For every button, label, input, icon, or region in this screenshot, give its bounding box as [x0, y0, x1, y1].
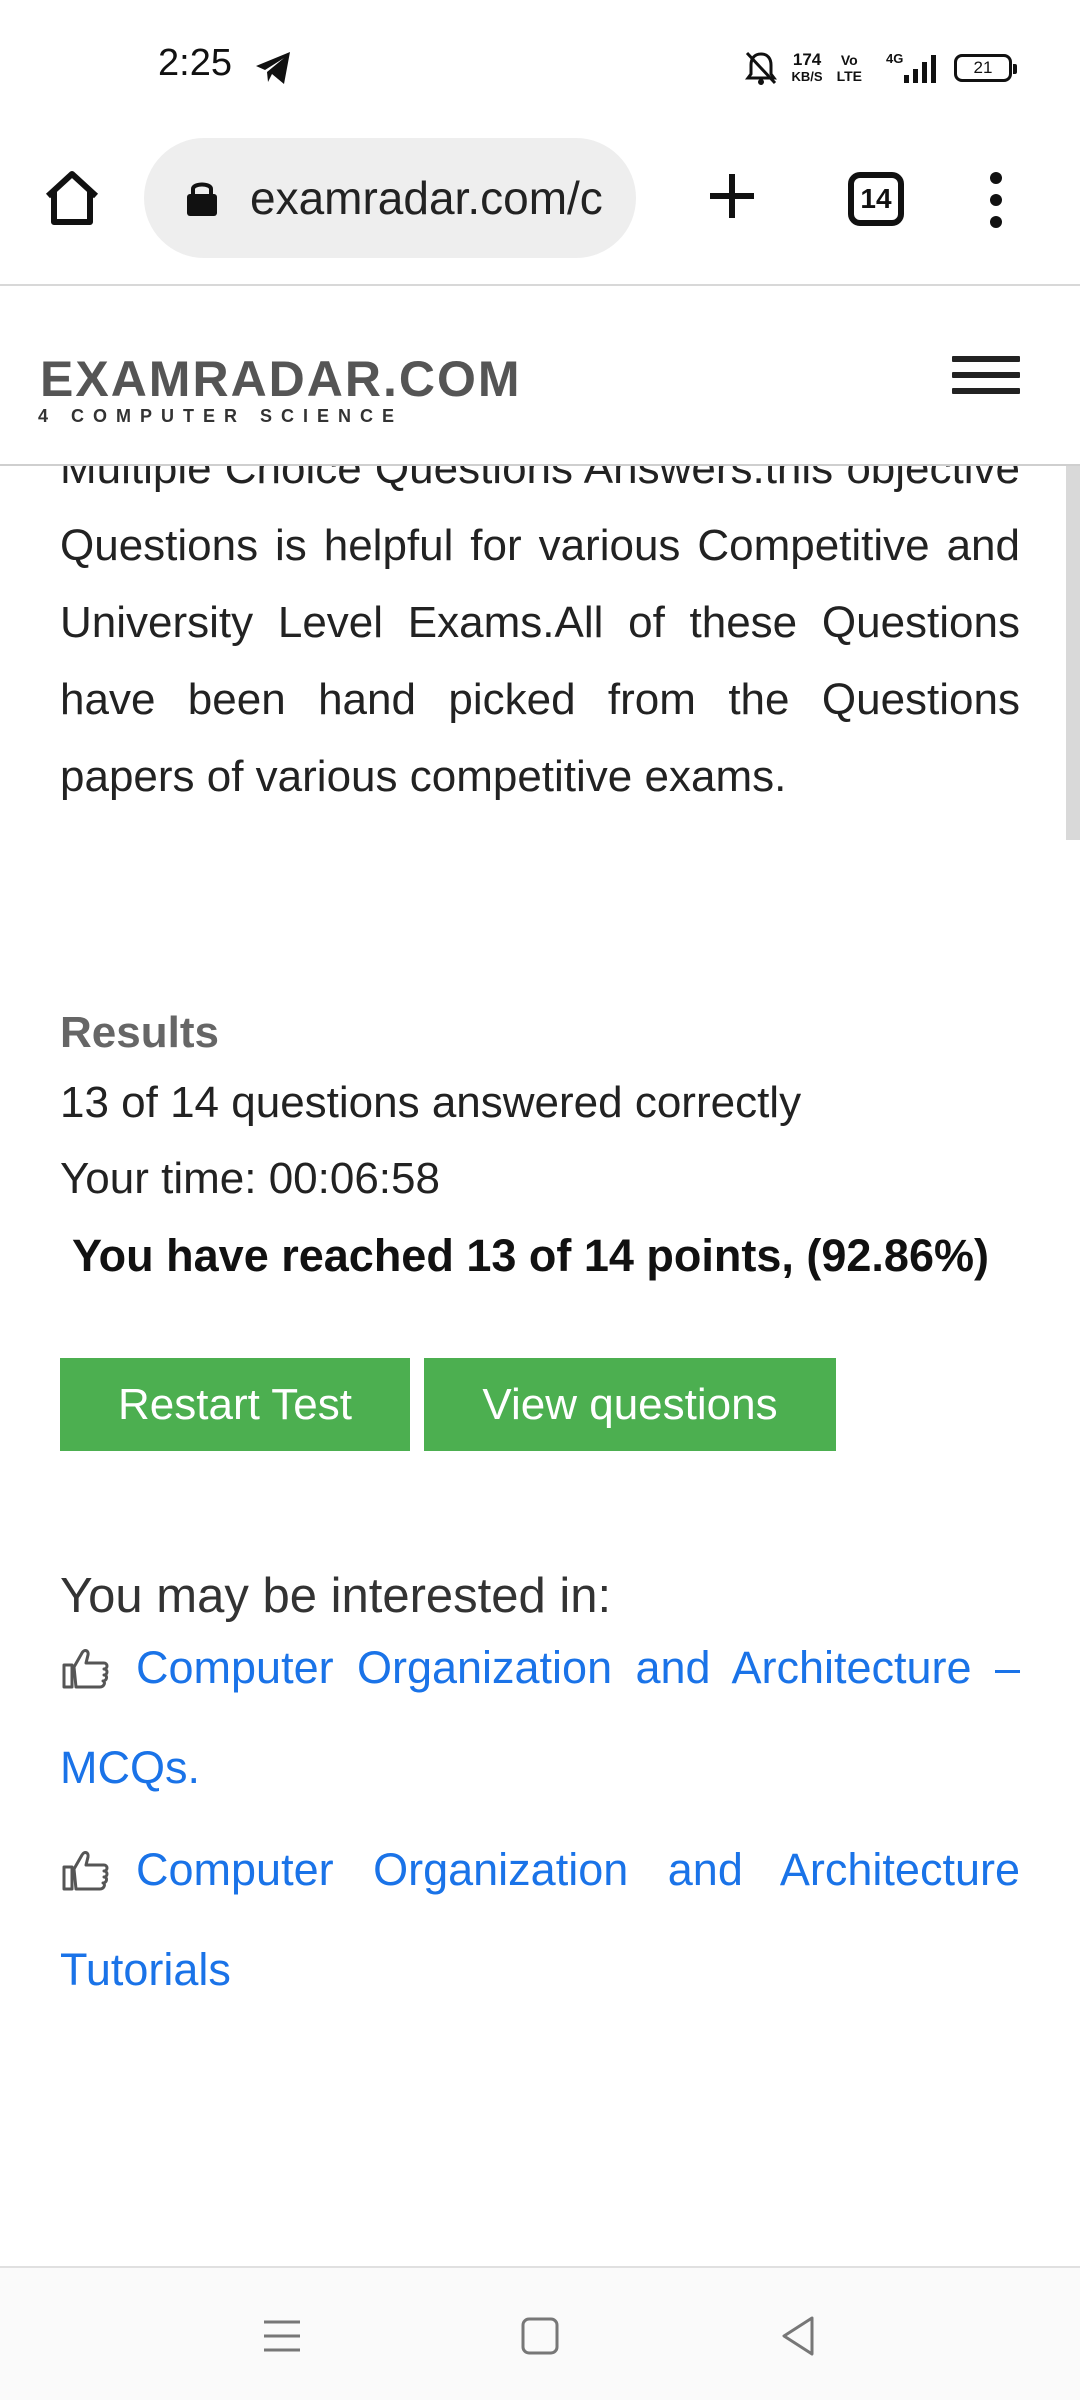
- plus-icon[interactable]: [702, 166, 762, 226]
- network-type: 4G: [886, 51, 903, 66]
- network-speed-unit: KB/S: [791, 69, 823, 84]
- interested-heading: You may be interested in:: [60, 1569, 612, 1623]
- more-vert-icon[interactable]: [978, 170, 1014, 230]
- thumbs-up-icon: [62, 1851, 109, 1891]
- results-title: Results: [60, 1008, 219, 1057]
- url-text: examradar.com/c: [250, 172, 603, 224]
- nav-home-icon[interactable]: [512, 2308, 568, 2364]
- related-link-label[interactable]: Computer Organization and Architecture –…: [60, 1642, 1020, 1793]
- lock-icon: [187, 182, 217, 216]
- site-header: EXAMRADAR.COM 4 COMPUTER SCIENCE: [0, 288, 1080, 466]
- mute-icon: [744, 51, 777, 85]
- address-bar[interactable]: examradar.com/c: [144, 138, 636, 258]
- main-content: Multiple Choice Questions Answers.this o…: [60, 430, 1020, 1995]
- tabs-icon[interactable]: 14: [848, 172, 904, 226]
- status-time: 2:25: [158, 42, 232, 84]
- browser-toolbar: examradar.com/c 14: [0, 136, 1080, 286]
- results-answered: 13 of 14 questions answered correctly: [60, 1078, 802, 1127]
- volte-bottom: LTE: [836, 68, 862, 84]
- related-link-label[interactable]: Computer Organization and Architecture T…: [60, 1844, 1020, 1995]
- system-nav-bar: [0, 2266, 1080, 2400]
- volte-top: Vo: [840, 52, 858, 68]
- network-speed-value: 174: [792, 50, 822, 69]
- signal-icon: 4G: [886, 51, 936, 83]
- restart-test-button[interactable]: Restart Test: [60, 1358, 410, 1451]
- site-tagline: 4 COMPUTER SCIENCE: [38, 406, 404, 426]
- results-points: You have reached 13 of 14 points, (92.86…: [72, 1230, 989, 1281]
- telegram-icon: [256, 52, 290, 84]
- status-indicators: 174 KB/S Vo LTE 4G 21: [744, 46, 1017, 90]
- volte-indicator: Vo LTE: [837, 52, 862, 84]
- battery-indicator: 21: [954, 54, 1017, 82]
- menu-icon[interactable]: [952, 356, 1020, 396]
- related-link-tutorials[interactable]: Computer Organization and Architecture T…: [60, 1820, 1020, 2020]
- status-bar: 2:25 174 KB/S Vo LTE 4G 21: [0, 0, 1080, 136]
- intro-paragraph: Multiple Choice Questions Answers.this o…: [60, 444, 1020, 801]
- nav-back-icon[interactable]: [770, 2308, 826, 2364]
- site-logo[interactable]: EXAMRADAR.COM: [40, 350, 522, 408]
- network-speed: 174 KB/S: [792, 51, 823, 85]
- results-time: Your time: 00:06:58: [60, 1154, 440, 1203]
- related-link-mcqs[interactable]: Computer Organization and Architecture –…: [60, 1618, 1020, 1818]
- nav-menu-icon[interactable]: [254, 2308, 310, 2364]
- home-icon[interactable]: [40, 166, 104, 230]
- view-questions-button[interactable]: View questions: [424, 1358, 836, 1451]
- thumbs-up-icon: [62, 1649, 109, 1689]
